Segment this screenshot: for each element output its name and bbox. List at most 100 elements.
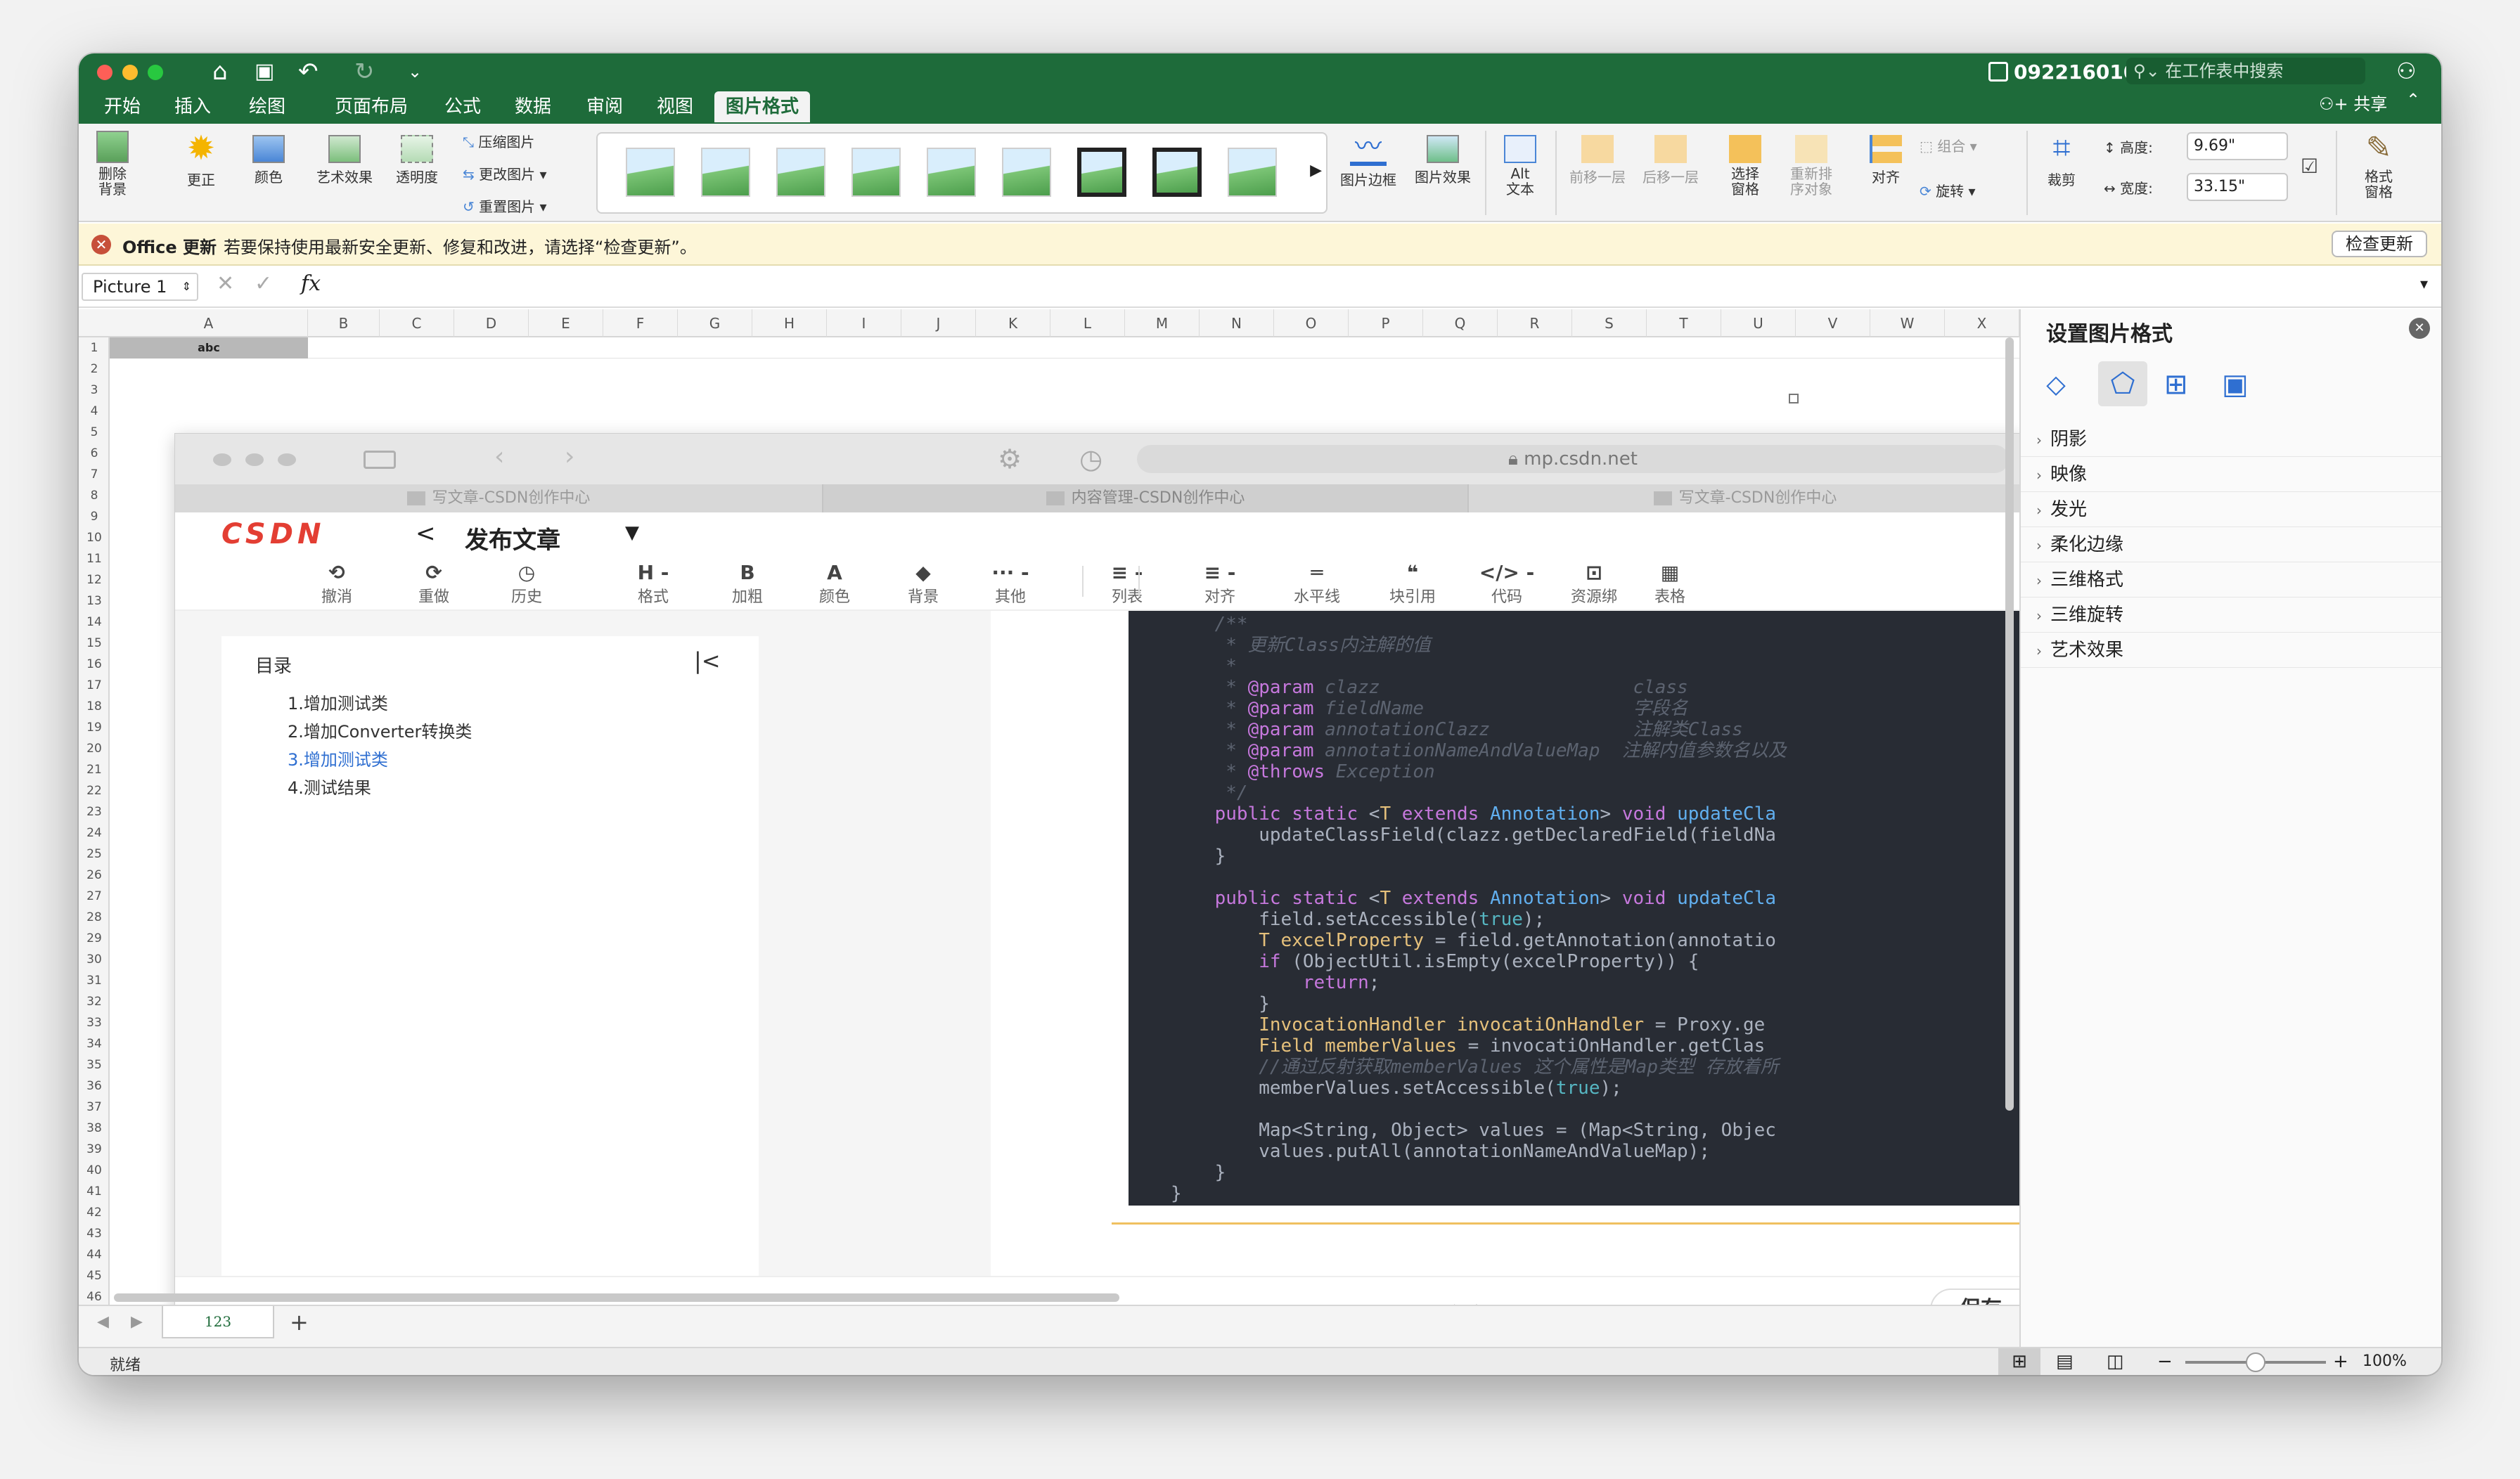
bring-forward-button[interactable]: 前移一层 xyxy=(1562,131,1633,186)
change-picture-button[interactable]: ⇆ 更改图片 ▾ xyxy=(463,163,547,183)
column-header[interactable]: F xyxy=(603,309,678,337)
enter-icon[interactable]: ✓ xyxy=(255,271,272,296)
row-header[interactable]: 19 xyxy=(79,717,110,738)
expand-formula-icon[interactable]: ▾ xyxy=(2420,276,2428,293)
row-header[interactable]: 12 xyxy=(79,569,110,590)
column-header[interactable]: M xyxy=(1125,309,1200,337)
picture-style-thumb[interactable] xyxy=(1152,148,1202,197)
row-header[interactable]: 21 xyxy=(79,759,110,780)
pane-section[interactable]: › 阴影 xyxy=(2021,422,2441,457)
alt-text-button[interactable]: Alt 文本 xyxy=(1492,131,1548,197)
check-updates-button[interactable]: 检查更新 xyxy=(2332,231,2427,257)
share-button[interactable]: ⚇+ 共享 xyxy=(2319,90,2387,115)
tab-4[interactable]: 公式 xyxy=(433,91,492,122)
function-icon[interactable]: fx xyxy=(301,271,321,296)
row-header[interactable]: 25 xyxy=(79,844,110,865)
width-input[interactable]: 33.15" xyxy=(2187,173,2288,201)
tab-5[interactable]: 数据 xyxy=(503,91,562,122)
column-header[interactable]: T xyxy=(1647,309,1721,337)
effects-tab-icon[interactable]: ⬠ xyxy=(2098,361,2147,406)
vertical-scrollbar[interactable] xyxy=(2005,337,2014,1111)
remove-background-button[interactable]: 删除 背景 xyxy=(84,131,141,197)
row-header[interactable]: 13 xyxy=(79,590,110,612)
reset-picture-button[interactable]: ↺ 重置图片 ▾ xyxy=(463,195,547,216)
row-header[interactable]: 16 xyxy=(79,654,110,675)
picture-border-button[interactable]: 〰图片边框 xyxy=(1333,131,1403,189)
tab-0[interactable]: 开始 xyxy=(93,91,152,122)
tab-8[interactable]: 图片格式 xyxy=(714,91,811,122)
column-header[interactable]: R xyxy=(1498,309,1572,337)
reorder-objects-button[interactable]: 重新排 序对象 xyxy=(1776,131,1846,197)
tab-6[interactable]: 审阅 xyxy=(575,91,634,122)
picture-style-thumb[interactable] xyxy=(1002,148,1051,197)
tab-7[interactable]: 视图 xyxy=(645,91,705,122)
column-header[interactable]: J xyxy=(901,309,976,337)
row-header[interactable]: 34 xyxy=(79,1033,110,1054)
column-header[interactable]: A xyxy=(110,309,308,337)
column-header[interactable]: S xyxy=(1572,309,1647,337)
column-header[interactable]: E xyxy=(529,309,603,337)
group-button[interactable]: ⬚ 组合 ▾ xyxy=(1920,135,1977,155)
row-header[interactable]: 6 xyxy=(79,443,110,464)
row-header[interactable]: 28 xyxy=(79,907,110,928)
row-header[interactable]: 14 xyxy=(79,612,110,633)
normal-view-icon[interactable]: ⊞ xyxy=(1998,1348,2040,1375)
column-header[interactable]: C xyxy=(380,309,454,337)
row-header[interactable]: 42 xyxy=(79,1202,110,1223)
row-header[interactable]: 3 xyxy=(79,380,110,401)
crop-button[interactable]: ⌗ 裁剪 xyxy=(2033,131,2090,189)
row-header[interactable]: 23 xyxy=(79,801,110,822)
row-header[interactable]: 2 xyxy=(79,359,110,380)
close-window-button[interactable] xyxy=(97,65,112,80)
column-header[interactable]: W xyxy=(1870,309,1945,337)
picture-style-thumb[interactable] xyxy=(1077,148,1126,197)
lock-aspect-checkbox[interactable]: ☑ xyxy=(2301,155,2318,178)
column-header[interactable]: O xyxy=(1274,309,1349,337)
tab-1[interactable]: 插入 xyxy=(163,91,222,122)
row-header[interactable]: 40 xyxy=(79,1160,110,1181)
row-header[interactable]: 8 xyxy=(79,485,110,506)
picture-style-thumb[interactable] xyxy=(1228,148,1277,197)
row-header[interactable]: 11 xyxy=(79,548,110,569)
pane-section[interactable]: › 三维旋转 xyxy=(2021,598,2441,633)
row-header[interactable]: 39 xyxy=(79,1139,110,1160)
column-header[interactable]: V xyxy=(1796,309,1870,337)
row-header[interactable]: 44 xyxy=(79,1244,110,1265)
column-header[interactable]: H xyxy=(752,309,827,337)
selection-pane-button[interactable]: 选择 窗格 xyxy=(1717,131,1773,197)
rotate-button[interactable]: ⟳ 旋转 ▾ xyxy=(1920,180,1976,200)
corrections-button[interactable]: ✹ 更正 xyxy=(173,131,229,189)
picture-style-thumb[interactable] xyxy=(776,148,825,197)
row-header[interactable]: 10 xyxy=(79,527,110,548)
row-header[interactable]: 38 xyxy=(79,1118,110,1139)
row-header[interactable]: 45 xyxy=(79,1265,110,1286)
pane-section[interactable]: › 柔化边缘 xyxy=(2021,527,2441,562)
column-header[interactable]: L xyxy=(1050,309,1125,337)
artistic-effects-button[interactable]: 艺术效果 xyxy=(309,131,380,186)
zoom-thumb[interactable] xyxy=(2246,1352,2265,1372)
row-header[interactable]: 35 xyxy=(79,1054,110,1076)
row-header[interactable]: 43 xyxy=(79,1223,110,1244)
row-header[interactable]: 18 xyxy=(79,696,110,717)
column-header[interactable]: X xyxy=(1945,309,2019,337)
row-header[interactable]: 24 xyxy=(79,822,110,844)
row-header[interactable]: 36 xyxy=(79,1076,110,1097)
row-header[interactable]: 33 xyxy=(79,1012,110,1033)
row-header[interactable]: 1 xyxy=(79,337,110,359)
column-header[interactable]: D xyxy=(454,309,529,337)
column-header[interactable]: G xyxy=(678,309,752,337)
size-properties-icon[interactable]: ⊞ xyxy=(2164,368,2188,401)
zoom-slider[interactable] xyxy=(2185,1352,2326,1372)
row-header[interactable]: 5 xyxy=(79,422,110,443)
row-header[interactable]: 7 xyxy=(79,464,110,485)
compress-pictures-button[interactable]: ⤡ 压缩图片 xyxy=(463,131,534,151)
height-input[interactable]: 9.69" xyxy=(2187,132,2288,160)
row-header[interactable]: 37 xyxy=(79,1097,110,1118)
save-icon[interactable]: ▣ xyxy=(255,58,274,86)
resize-handle[interactable] xyxy=(1789,394,1799,403)
picture-style-thumb[interactable] xyxy=(701,148,750,197)
prev-sheet-icon[interactable]: ◀ xyxy=(97,1313,109,1331)
column-header[interactable]: P xyxy=(1349,309,1423,337)
close-pane-icon[interactable]: ✕ xyxy=(2409,318,2430,339)
row-header[interactable]: 41 xyxy=(79,1181,110,1202)
